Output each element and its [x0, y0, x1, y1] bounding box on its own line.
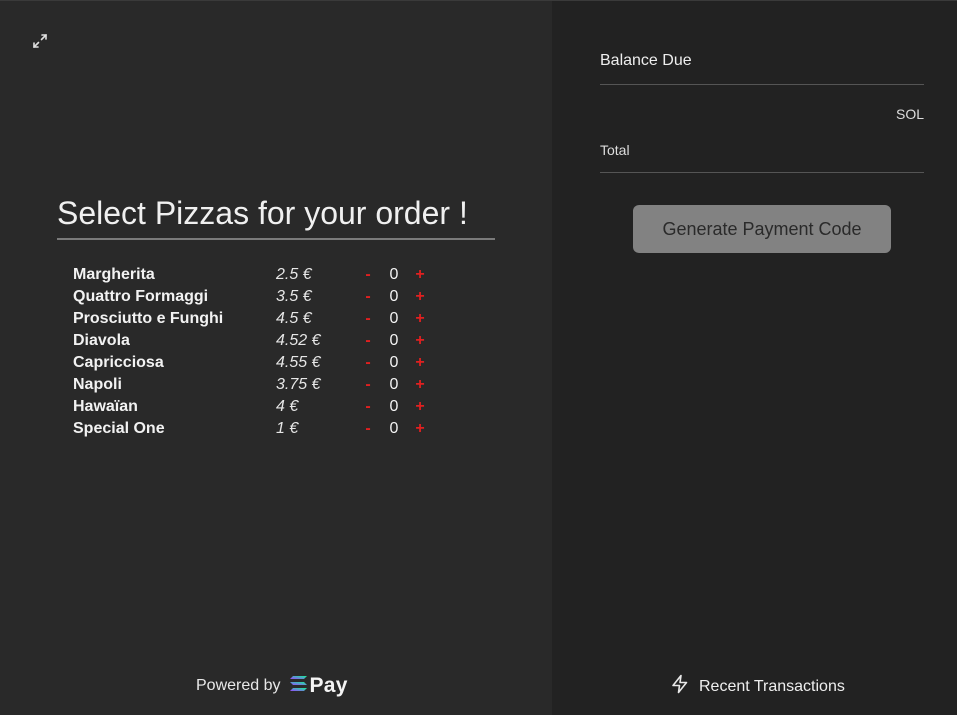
quantity-value: 0 — [389, 288, 399, 305]
title-underline — [57, 238, 495, 240]
quantity-value: 0 — [389, 310, 399, 327]
quantity-value: 0 — [389, 398, 399, 415]
pizza-price: 1 € — [276, 420, 299, 437]
pizza-name: Margherita — [73, 266, 155, 283]
decrement-button[interactable]: - — [356, 288, 380, 306]
list-item: Hawaïan 4 € - 0 + — [73, 396, 432, 418]
pizza-price: 3.5 € — [276, 288, 312, 305]
pizza-price: 4.55 € — [276, 354, 321, 371]
list-item: Margherita 2.5 € - 0 + — [73, 264, 432, 286]
recent-transactions-link[interactable]: Recent Transactions — [670, 674, 845, 699]
quantity-value: 0 — [389, 266, 399, 283]
order-panel: Select Pizzas for your order ! Margherit… — [0, 1, 552, 715]
list-item: Napoli 3.75 € - 0 + — [73, 374, 432, 396]
quantity-value: 0 — [389, 420, 399, 437]
decrement-button[interactable]: - — [356, 310, 380, 328]
decrement-button[interactable]: - — [356, 266, 380, 284]
recent-transactions-label: Recent Transactions — [699, 677, 845, 695]
decrement-button[interactable]: - — [356, 332, 380, 350]
list-item: Diavola 4.52 € - 0 + — [73, 330, 432, 352]
powered-by-label: Powered by — [196, 677, 281, 694]
increment-button[interactable]: + — [408, 398, 432, 416]
quantity-value: 0 — [389, 354, 399, 371]
increment-button[interactable]: + — [408, 420, 432, 438]
list-item: Quattro Formaggi 3.5 € - 0 + — [73, 286, 432, 308]
pizza-name: Prosciutto e Funghi — [73, 310, 224, 327]
divider — [600, 172, 924, 173]
balance-due-label: Balance Due — [600, 52, 692, 69]
pizza-name: Special One — [73, 420, 165, 437]
pizza-price: 4.52 € — [276, 332, 321, 349]
pizza-price: 4.5 € — [276, 310, 312, 327]
currency-label: SOL — [895, 106, 924, 122]
quantity-value: 0 — [389, 332, 399, 349]
total-label: Total — [600, 142, 630, 158]
payment-panel: Balance Due SOL Total Generate Payment C… — [552, 1, 957, 715]
pay-brand-text: Pay — [309, 674, 348, 697]
increment-button[interactable]: + — [408, 266, 432, 284]
pizza-price: 3.75 € — [276, 376, 321, 393]
decrement-button[interactable]: - — [356, 420, 380, 438]
solana-icon — [289, 676, 307, 696]
decrement-button[interactable]: - — [356, 354, 380, 372]
pizza-name: Quattro Formaggi — [73, 288, 209, 305]
list-item: Special One 1 € - 0 + — [73, 418, 432, 440]
list-item: Prosciutto e Funghi 4.5 € - 0 + — [73, 308, 432, 330]
increment-button[interactable]: + — [408, 376, 432, 394]
divider — [600, 84, 924, 85]
pizza-price: 2.5 € — [276, 266, 312, 283]
expand-icon[interactable] — [31, 32, 49, 50]
pay-logo[interactable]: Pay — [289, 674, 348, 698]
increment-button[interactable]: + — [408, 310, 432, 328]
pizza-name: Napoli — [73, 376, 122, 393]
list-item: Capricciosa 4.55 € - 0 + — [73, 352, 432, 374]
generate-payment-code-button[interactable]: Generate Payment Code — [633, 205, 891, 253]
quantity-value: 0 — [389, 376, 399, 393]
lightning-icon — [670, 674, 690, 699]
pizza-name: Diavola — [73, 332, 130, 349]
page-title: Select Pizzas for your order ! — [57, 195, 468, 231]
decrement-button[interactable]: - — [356, 376, 380, 394]
pizza-list: Margherita 2.5 € - 0 + Quattro Formaggi … — [73, 264, 432, 440]
powered-by: Powered by Pay — [196, 674, 348, 698]
decrement-button[interactable]: - — [356, 398, 380, 416]
pizza-name: Capricciosa — [73, 354, 164, 371]
pizza-price: 4 € — [276, 398, 299, 415]
increment-button[interactable]: + — [408, 354, 432, 372]
pizza-name: Hawaïan — [73, 398, 138, 415]
increment-button[interactable]: + — [408, 288, 432, 306]
increment-button[interactable]: + — [408, 332, 432, 350]
